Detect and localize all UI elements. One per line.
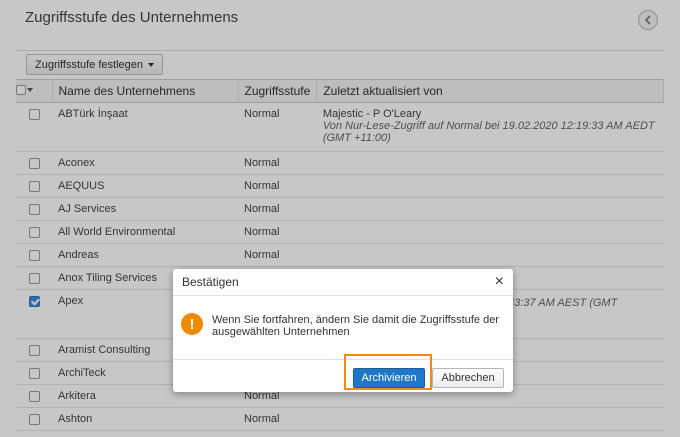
dialog-header: Bestätigen × — [173, 269, 513, 296]
cancel-button[interactable]: Abbrechen — [432, 368, 504, 388]
confirm-dialog: Bestätigen × ! Wenn Sie fortfahren, ände… — [173, 269, 513, 392]
dialog-footer: Archivieren Abbrechen — [173, 359, 513, 392]
archive-button-highlight — [344, 354, 432, 390]
dialog-body: ! Wenn Sie fortfahren, ändern Sie damit … — [181, 312, 501, 338]
dialog-title: Bestätigen — [182, 275, 239, 289]
dialog-message: Wenn Sie fortfahren, ändern Sie damit di… — [212, 314, 499, 338]
exclamation-icon: ! — [181, 313, 203, 335]
close-icon[interactable]: × — [495, 272, 504, 292]
